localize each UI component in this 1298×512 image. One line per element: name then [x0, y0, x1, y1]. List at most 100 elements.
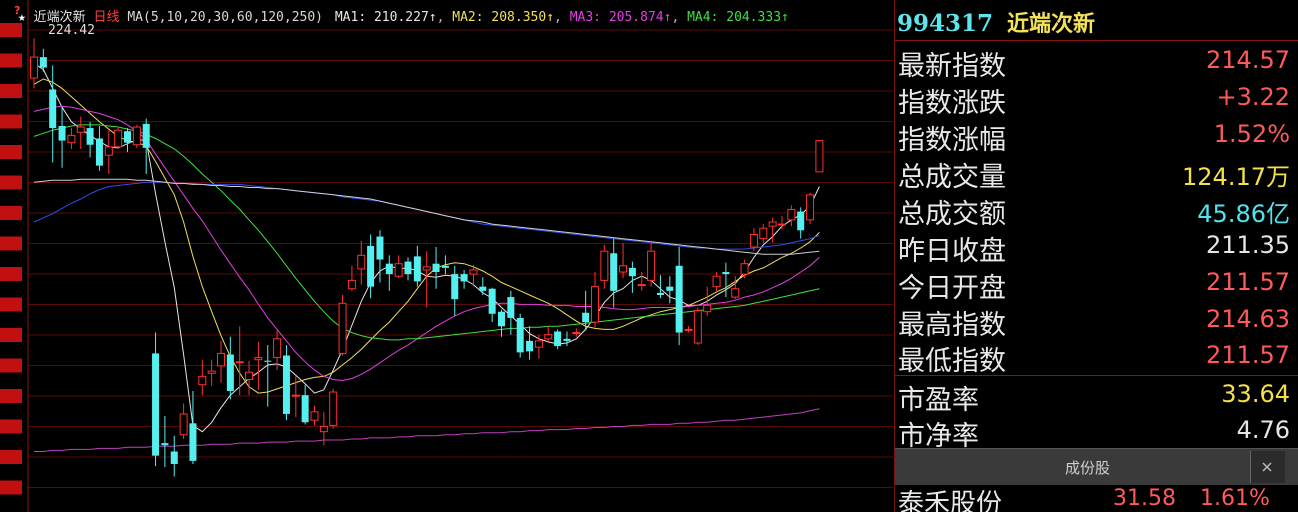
candle-body — [86, 128, 94, 145]
kline-chart-svg[interactable] — [0, 0, 893, 512]
candle-body — [142, 123, 150, 148]
candle-body — [610, 253, 618, 291]
candle-body — [722, 272, 730, 275]
candle-body — [666, 286, 674, 291]
candle-body — [488, 288, 496, 314]
ma3-label: MA3: — [569, 10, 601, 25]
candle-body — [534, 340, 543, 348]
candle-body — [394, 263, 403, 277]
kline-chart[interactable]: ? ★ 近端次新 日线 MA(5,10,20,30,60,120,250) MA… — [0, 0, 893, 512]
candle-body — [749, 233, 758, 248]
tab-menu-button[interactable] — [1250, 451, 1285, 483]
quote-value: 211.57 — [1206, 341, 1290, 369]
candle-body — [600, 250, 609, 281]
axis-tick-label — [0, 53, 22, 68]
tab-menu-icon — [1262, 462, 1272, 472]
candle-body — [432, 263, 440, 273]
quote-label: 总成交量 — [898, 162, 1006, 193]
ma2-label: MA2: — [452, 10, 484, 25]
axis-tick-label — [0, 175, 22, 190]
candle-body — [291, 394, 300, 397]
quote-label: 今日开盘 — [898, 273, 1006, 304]
ma-params[interactable]: MA(5,10,20,30,60,120,250) — [127, 10, 323, 25]
candle-body — [319, 425, 328, 433]
candle-body — [815, 140, 824, 173]
candle-body — [787, 208, 796, 221]
candle-body — [544, 334, 553, 340]
axis-tick-label — [0, 480, 22, 495]
quote-label: 指数涨幅 — [898, 125, 1006, 156]
candle-body — [235, 361, 244, 364]
candle-body — [39, 57, 47, 68]
ma-line-ma5 — [33, 181, 820, 250]
quote-row-low: 最低指数 211.57 — [895, 337, 1290, 377]
axis-tick-label — [0, 23, 22, 37]
ma-line-ma2 — [33, 78, 820, 394]
candle-body — [189, 423, 197, 461]
candle-body — [254, 357, 263, 361]
quote-label: 最新指数 — [898, 51, 1006, 82]
quote-value: 211.57 — [1206, 268, 1290, 296]
quote-row-volume: 总成交量 124.17万 — [895, 153, 1290, 193]
candle-body — [554, 331, 562, 347]
period-label[interactable]: 日线 — [94, 6, 120, 25]
candle-body — [245, 371, 254, 381]
candle-body — [273, 338, 282, 359]
quote-row-prev-close: 昨日收盘 211.35 — [895, 227, 1290, 267]
candle-body — [152, 353, 160, 456]
candle-body — [563, 338, 571, 341]
axis-tick-label — [0, 419, 22, 434]
ma2-value: 208.350↑ — [491, 10, 555, 25]
candle-body — [451, 274, 459, 300]
axis-tick-label — [0, 267, 22, 281]
constituent-name: 泰禾股份 — [898, 489, 1003, 512]
high-price-label: 224.42 — [48, 23, 95, 38]
valuation-row-pb: 市净率 4.76 — [895, 412, 1290, 452]
candle-body — [114, 129, 123, 148]
candle-body — [778, 223, 786, 226]
constituents-tab-bar[interactable]: 成份股 — [895, 448, 1298, 485]
candle-body — [572, 332, 581, 335]
quote-value: 1.52% — [1213, 120, 1290, 148]
quote-label: 最低指数 — [898, 346, 1006, 377]
constituent-price: 31.58 — [1113, 486, 1176, 511]
candle-body — [422, 266, 431, 271]
candle-body — [591, 286, 599, 323]
axis-tick-label — [0, 145, 22, 159]
candle-body — [628, 267, 636, 277]
quote-label: 昨日收盘 — [898, 236, 1006, 267]
candle-body — [469, 269, 478, 275]
ma-line-ma4 — [33, 124, 820, 341]
quote-label: 指数涨跌 — [898, 88, 1006, 119]
candle-body — [104, 146, 113, 156]
star-icon[interactable]: ★ — [18, 10, 26, 25]
candle-body — [282, 355, 290, 414]
candle-body — [712, 275, 721, 288]
candle-body — [357, 254, 366, 270]
candle-body — [329, 391, 338, 426]
candle-body — [768, 221, 777, 227]
candle-body — [675, 265, 683, 333]
candle-body — [58, 125, 66, 141]
candle-body — [582, 312, 590, 323]
candle-body — [404, 261, 412, 275]
candle-body — [507, 297, 515, 318]
candle-body — [806, 194, 815, 221]
quote-panel: 994317 近端次新 最新指数 214.57 指数涨跌 +3.22 指数涨幅 … — [894, 0, 1298, 512]
candle-body — [656, 292, 664, 295]
candle-body — [198, 375, 207, 386]
chart-legend: ★ 近端次新 日线 MA(5,10,20,30,60,120,250) MA1:… — [14, 6, 789, 25]
candle-body — [413, 256, 421, 282]
ma1-label: MA1: — [334, 10, 367, 25]
valuation-value: 33.64 — [1221, 380, 1290, 408]
constituent-row[interactable]: 泰禾股份 31.58 1.61% — [895, 484, 1298, 512]
ma3-value: 205.874↑ — [608, 10, 672, 25]
quote-value: 45.86亿 — [1197, 200, 1290, 228]
valuation-row-pe: 市盈率 33.64 — [895, 376, 1290, 416]
axis-tick-label — [0, 450, 22, 464]
divider — [895, 40, 1298, 41]
tab-constituents[interactable]: 成份股 — [1065, 457, 1110, 478]
axis-tick-label — [0, 328, 22, 342]
quote-value: 214.57 — [1206, 46, 1290, 74]
candle-body — [67, 134, 76, 144]
